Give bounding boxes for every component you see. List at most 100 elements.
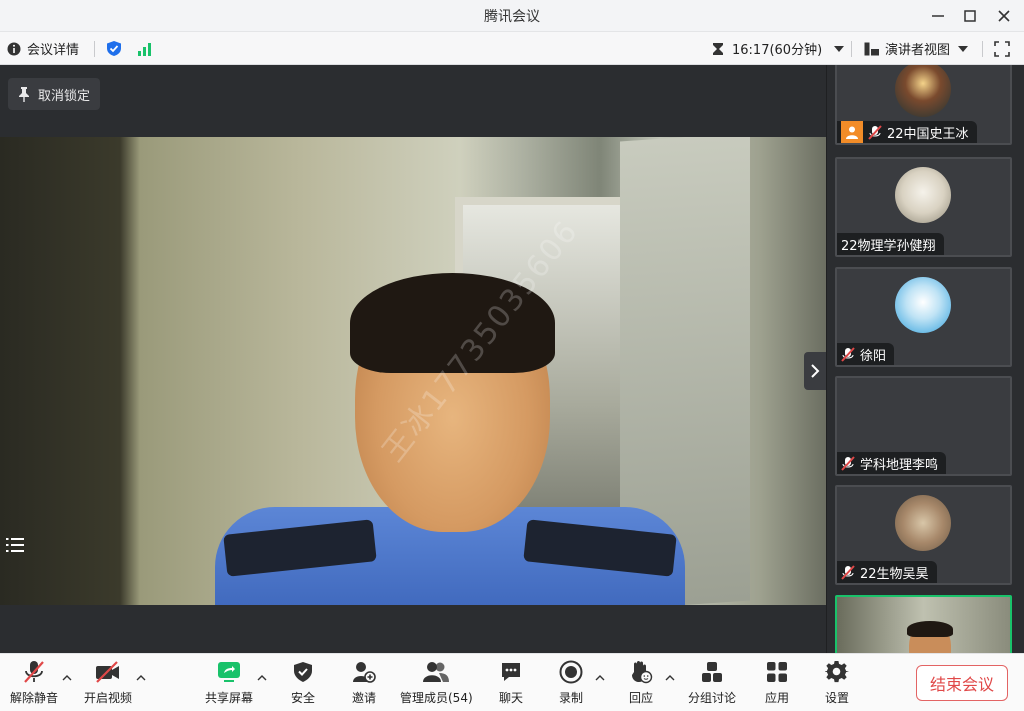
chevron-up-icon bbox=[257, 675, 267, 681]
participant-list-toggle[interactable] bbox=[2, 530, 28, 560]
fullscreen-button[interactable] bbox=[994, 32, 1010, 65]
hourglass-icon bbox=[713, 42, 723, 55]
participant-tile[interactable]: 22物理学孙健翔 bbox=[835, 157, 1012, 257]
invite-button[interactable]: 邀请 bbox=[350, 658, 378, 706]
audio-options-caret[interactable] bbox=[61, 672, 73, 684]
start-video-label: 开启视频 bbox=[84, 691, 133, 705]
security-status[interactable] bbox=[106, 32, 122, 65]
breakout-rooms-button[interactable]: 分组讨论 bbox=[688, 658, 736, 706]
video-options-caret[interactable] bbox=[135, 672, 147, 684]
unpin-button[interactable]: 取消锁定 bbox=[8, 78, 101, 110]
signal-bars-icon bbox=[138, 42, 151, 56]
reaction-button[interactable]: 回应 bbox=[627, 658, 655, 706]
security-label: 安全 bbox=[290, 691, 315, 705]
participant-tile[interactable]: 22中国史王冰 bbox=[835, 65, 1012, 145]
avatar bbox=[895, 495, 951, 551]
participant-nameplate: 学科地理李鸣 bbox=[837, 452, 947, 474]
speaker-view-icon bbox=[864, 42, 879, 55]
gear-icon bbox=[823, 658, 851, 686]
share-screen-label: 共享屏幕 bbox=[205, 691, 254, 705]
add-user-icon bbox=[350, 658, 378, 686]
start-video-button[interactable]: 开启视频 bbox=[84, 658, 132, 706]
chevron-up-icon bbox=[136, 675, 146, 681]
chevron-down-icon bbox=[834, 45, 845, 52]
close-icon bbox=[998, 10, 1010, 22]
security-button[interactable]: 安全 bbox=[289, 658, 317, 706]
speaker-figure bbox=[215, 273, 685, 605]
participant-panel: 22中国史王冰 22物理学孙健翔 徐阳 学科地理李鸣 22生物吴昊 bbox=[826, 65, 1024, 653]
meeting-info-bar: 会议详情 16:17(60分钟) 演讲者视图 bbox=[0, 32, 1024, 65]
settings-button[interactable]: 设置 bbox=[823, 658, 851, 706]
avatar bbox=[895, 277, 951, 333]
mic-muted-icon bbox=[20, 658, 48, 686]
manage-members-button[interactable]: 管理成员(54) bbox=[400, 658, 473, 706]
shield-icon bbox=[289, 658, 317, 686]
participant-name: 22生物吴昊 bbox=[860, 566, 929, 582]
apps-button[interactable]: 应用 bbox=[763, 658, 791, 706]
chevron-up-icon bbox=[665, 675, 675, 681]
breakout-rooms-label: 分组讨论 bbox=[688, 691, 737, 705]
hand-wave-icon bbox=[627, 658, 655, 686]
info-icon bbox=[7, 42, 21, 55]
speaker-video: 王冰17735035606 bbox=[0, 137, 826, 605]
apps-grid-icon bbox=[763, 658, 791, 686]
unmute-button[interactable]: 解除静音 bbox=[10, 658, 58, 706]
participant-name: 徐阳 bbox=[860, 348, 887, 364]
participant-tile[interactable]: 徐阳 bbox=[835, 267, 1012, 367]
apps-label: 应用 bbox=[764, 691, 789, 705]
chevron-right-icon bbox=[810, 364, 819, 378]
network-status[interactable] bbox=[137, 32, 153, 65]
meeting-timer[interactable]: 16:17(60分钟) bbox=[712, 32, 845, 65]
record-options-caret[interactable] bbox=[594, 672, 606, 684]
record-icon bbox=[557, 658, 585, 686]
participant-name: 22中国史王冰 bbox=[887, 126, 969, 142]
reaction-label: 回应 bbox=[628, 691, 653, 705]
participant-tile-active-speaker[interactable] bbox=[835, 595, 1012, 653]
participant-name: 学科地理李鸣 bbox=[860, 457, 939, 473]
chevron-up-icon bbox=[62, 675, 72, 681]
maximize-button[interactable] bbox=[956, 4, 984, 28]
chevron-down-icon bbox=[958, 45, 969, 52]
close-button[interactable] bbox=[990, 4, 1018, 28]
chat-button[interactable]: 聊天 bbox=[497, 658, 525, 706]
record-label: 录制 bbox=[558, 691, 583, 705]
mic-muted-icon bbox=[841, 564, 855, 580]
divider bbox=[94, 41, 95, 57]
mic-muted-icon bbox=[841, 455, 855, 471]
participant-tile[interactable]: 学科地理李鸣 bbox=[835, 376, 1012, 476]
collapse-panel-button[interactable] bbox=[804, 352, 826, 390]
participant-tile[interactable]: 22生物吴昊 bbox=[835, 485, 1012, 585]
participant-nameplate: 徐阳 bbox=[837, 343, 895, 365]
view-mode-label: 演讲者视图 bbox=[885, 43, 951, 58]
mic-muted-icon bbox=[868, 124, 882, 140]
minimize-icon bbox=[932, 15, 944, 17]
end-meeting-button[interactable]: 结束会议 bbox=[916, 665, 1008, 701]
camera-off-icon bbox=[94, 658, 122, 686]
fullscreen-icon bbox=[994, 40, 1010, 57]
list-icon bbox=[6, 538, 24, 552]
participant-nameplate: 22物理学孙健翔 bbox=[837, 233, 944, 255]
share-screen-button[interactable]: 共享屏幕 bbox=[205, 658, 253, 706]
host-icon bbox=[841, 121, 863, 143]
avatar bbox=[895, 65, 951, 117]
record-button[interactable]: 录制 bbox=[557, 658, 585, 706]
minimize-button[interactable] bbox=[924, 4, 952, 28]
meeting-details-button[interactable]: 会议详情 bbox=[7, 32, 79, 65]
window-title: 腾讯会议 bbox=[484, 9, 540, 25]
participant-nameplate: 22生物吴昊 bbox=[837, 561, 937, 583]
divider bbox=[982, 41, 983, 57]
reaction-options-caret[interactable] bbox=[664, 672, 676, 684]
divider bbox=[851, 41, 852, 57]
shield-check-icon bbox=[107, 41, 121, 56]
share-options-caret[interactable] bbox=[256, 672, 268, 684]
view-mode-button[interactable]: 演讲者视图 bbox=[864, 32, 969, 65]
meeting-window: 腾讯会议 会议详情 16:17(60分钟) 演讲者视图 取消锁定 王冰17735… bbox=[0, 0, 1024, 711]
meeting-toolbar: 解除静音 开启视频 共享屏幕 安全 邀请 管理成员(54) 聊天 录制 回应 分… bbox=[0, 653, 1024, 711]
pin-icon bbox=[19, 87, 29, 102]
meeting-details-label: 会议详情 bbox=[27, 43, 80, 58]
title-bar: 腾讯会议 bbox=[0, 0, 1024, 32]
maximize-icon bbox=[964, 10, 976, 22]
unpin-label: 取消锁定 bbox=[38, 88, 91, 104]
invite-label: 邀请 bbox=[351, 691, 376, 705]
timer-label: 16:17(60分钟) bbox=[732, 43, 823, 58]
